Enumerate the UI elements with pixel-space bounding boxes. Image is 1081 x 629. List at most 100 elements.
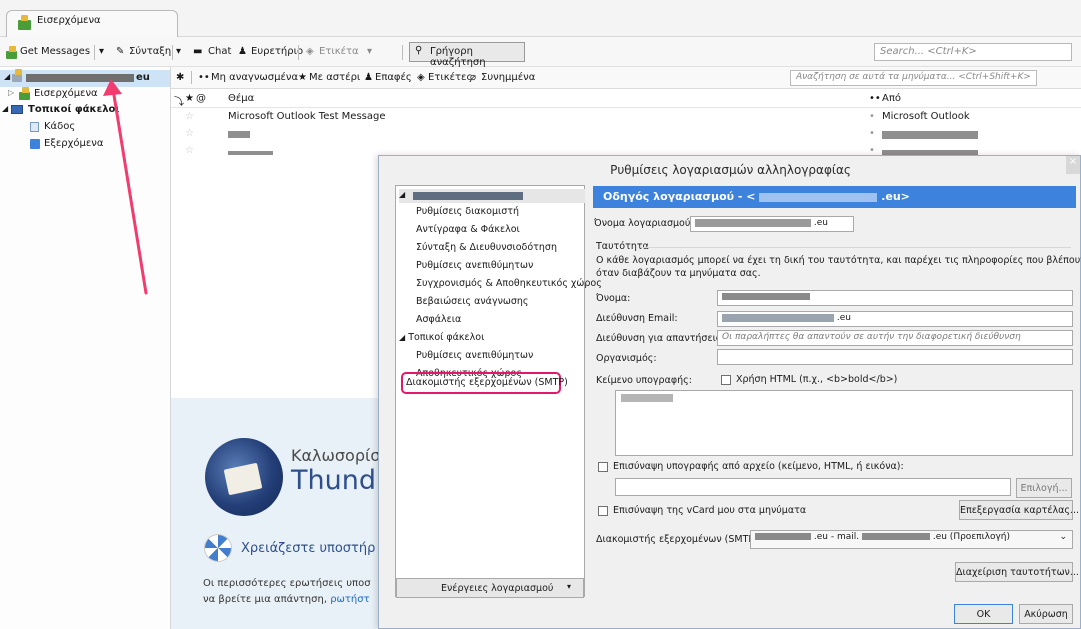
column-subject[interactable]: Θέμα bbox=[228, 93, 254, 104]
filter-tags[interactable]: Ετικέτες bbox=[428, 72, 472, 83]
tab-inbox[interactable]: Εισερχόμενα bbox=[6, 10, 178, 37]
filter-attachments[interactable]: Συνημμένα bbox=[481, 72, 535, 83]
welcome-product: Thund bbox=[291, 465, 376, 496]
divider bbox=[94, 45, 95, 60]
manage-identities-button[interactable]: Διαχείριση ταυτοτήτων... bbox=[955, 562, 1079, 582]
account-name-label: Όνομα λογαριασμού: bbox=[594, 218, 694, 229]
message-subject: Microsoft Outlook Test Message bbox=[228, 111, 386, 122]
contact-icon: ♟ bbox=[364, 72, 373, 83]
email-suffix: .eu bbox=[836, 313, 851, 323]
redacted-value bbox=[755, 533, 811, 540]
ok-button[interactable]: OK bbox=[954, 604, 1013, 624]
column-from[interactable]: Από bbox=[882, 93, 901, 104]
tree-local-folders[interactable]: ◢ Τοπικοί φάκελοι bbox=[399, 332, 484, 343]
read-dot-icon[interactable]: • bbox=[869, 111, 875, 122]
collapse-icon: ◢ bbox=[399, 333, 406, 342]
pin-icon[interactable]: ✱ bbox=[176, 72, 184, 83]
smtp-label: Διακομιστής εξερχομένων (SMTP): bbox=[596, 534, 762, 545]
redacted-value bbox=[621, 394, 673, 402]
help-link[interactable]: ρωτήστ bbox=[330, 594, 369, 605]
help-text-2: να βρείτε μια απάντηση, bbox=[203, 594, 327, 605]
html-checkbox-label: Χρήση HTML (π.χ., <b>bold</b>) bbox=[736, 374, 898, 385]
redacted-subject bbox=[228, 151, 273, 155]
message-from: Microsoft Outlook bbox=[882, 111, 970, 122]
redacted-subject bbox=[228, 131, 250, 138]
tree-item-smtp[interactable]: Διακομιστής εξερχομένων (SMTP) bbox=[406, 377, 568, 388]
read-dot-icon[interactable]: • bbox=[869, 128, 875, 139]
tree-account-row[interactable]: ◢ bbox=[399, 189, 585, 203]
filter-search-input[interactable]: Αναζήτηση σε αυτά τα μηνύματα... <Ctrl+S… bbox=[790, 70, 1037, 86]
tab-bar: Εισερχόμενα bbox=[0, 0, 1081, 37]
address-book-button[interactable]: Ευρετήριο bbox=[251, 46, 303, 60]
reply-to-field[interactable]: Οι παραλήπτες θα απαντούν σε αυτήν την δ… bbox=[717, 330, 1073, 346]
get-messages-icon bbox=[6, 46, 17, 59]
account-settings-dialog: Ρυθμίσεις λογαριασμών αλληλογραφίας × ◢ … bbox=[378, 155, 1081, 629]
reply-to-label: Διεύθυνση για απαντήσεις: bbox=[596, 333, 725, 344]
dialog-title: Ρυθμίσεις λογαριασμών αλληλογραφίας bbox=[610, 163, 851, 177]
computer-icon bbox=[11, 105, 23, 114]
search-icon: ⚲ bbox=[415, 45, 423, 56]
attachment-column-icon[interactable]: @ bbox=[196, 93, 206, 104]
global-search-input[interactable]: Search... <Ctrl+K> bbox=[874, 43, 1072, 61]
choose-file-button[interactable]: Επιλογή... bbox=[1016, 478, 1072, 498]
divider bbox=[402, 45, 403, 60]
account-suffix: eu bbox=[136, 72, 150, 83]
read-column-icon[interactable]: •• bbox=[869, 93, 881, 104]
tree-item[interactable]: Αντίγραφα & Φάκελοι bbox=[416, 224, 520, 235]
star-icon[interactable]: ☆ bbox=[185, 111, 194, 122]
pencil-icon: ✎ bbox=[116, 46, 125, 57]
tag-dropdown[interactable]: ▾ bbox=[367, 46, 372, 60]
edit-card-button[interactable]: Επεξεργασία καρτέλας... bbox=[959, 500, 1079, 520]
tree-item[interactable]: Σύνταξη & Διευθυνσιοδότηση bbox=[416, 242, 557, 253]
vcard-checkbox[interactable] bbox=[598, 506, 608, 516]
help-text: να βρείτε μια απάντηση, ρωτήστ bbox=[203, 594, 370, 605]
folder-label: Εξερχόμενα bbox=[44, 138, 104, 149]
identity-description: Ο κάθε λογαριασμός μπορεί να έχει τη δικ… bbox=[596, 255, 1081, 266]
table-row[interactable]: ☆ Microsoft Outlook Test Message • Micro… bbox=[171, 109, 1081, 126]
divider bbox=[191, 71, 192, 84]
compose-button[interactable]: Σύνταξη bbox=[129, 46, 171, 60]
signature-file-field[interactable] bbox=[615, 478, 1011, 496]
folder-pane: ◢ eu ▷ Εισερχόμενα ◢ Τοπικοί φάκελοι Κάδ… bbox=[0, 67, 171, 629]
name-field[interactable] bbox=[717, 290, 1073, 306]
tree-item[interactable]: Βεβαιώσεις ανάγνωσης bbox=[416, 296, 528, 307]
organization-field[interactable] bbox=[717, 349, 1073, 365]
account-actions-button[interactable]: Ενέργειες λογαριασμού ▾ bbox=[396, 578, 584, 598]
email-field[interactable]: .eu bbox=[717, 311, 1073, 327]
html-checkbox[interactable] bbox=[721, 375, 731, 385]
trash-icon bbox=[30, 122, 39, 132]
tree-item[interactable]: Ασφάλεια bbox=[416, 314, 461, 325]
account-name-suffix: .eu bbox=[813, 218, 828, 228]
cancel-button[interactable]: Ακύρωση bbox=[1019, 604, 1073, 624]
tree-item[interactable]: Ρυθμίσεις διακομιστή bbox=[416, 206, 519, 217]
filter-unread[interactable]: Μη αναγνωσμένα bbox=[211, 72, 298, 83]
inbox-icon bbox=[19, 87, 30, 100]
account-actions-label: Ενέργειες λογαριασμού bbox=[441, 583, 554, 594]
filter-starred[interactable]: Με αστέρι bbox=[309, 72, 360, 83]
get-messages-dropdown[interactable]: ▾ bbox=[99, 46, 104, 60]
redacted-value bbox=[722, 293, 810, 300]
star-column-icon[interactable]: ★ bbox=[185, 93, 194, 104]
account-row[interactable]: ◢ eu bbox=[0, 69, 170, 87]
tree-item[interactable]: Ρυθμίσεις ανεπιθύμητων bbox=[416, 350, 533, 361]
star-icon[interactable]: ☆ bbox=[185, 128, 194, 139]
chat-button[interactable]: Chat bbox=[208, 46, 231, 60]
table-row[interactable]: ☆ • bbox=[171, 126, 1081, 143]
attach-signature-checkbox[interactable] bbox=[598, 462, 608, 472]
filter-contacts[interactable]: Επαφές bbox=[375, 72, 412, 83]
thread-column-icon[interactable]: ⤵ bbox=[174, 93, 184, 108]
get-messages-button[interactable]: Get Messages bbox=[20, 46, 90, 60]
main-toolbar: Get Messages ▾ ✎ Σύνταξη ▾ ▬ Chat ♟ Ευρε… bbox=[0, 37, 1081, 68]
quick-filter-bar: ✱ •• Μη αναγνωσμένα ★ Με αστέρι ♟ Επαφές… bbox=[171, 67, 1081, 89]
tree-item[interactable]: Συγχρονισμός & Αποθηκευτικός χώρος bbox=[416, 278, 602, 289]
account-name-field[interactable]: .eu bbox=[690, 216, 854, 232]
close-button[interactable]: × bbox=[1066, 156, 1080, 174]
compose-dropdown[interactable]: ▾ bbox=[176, 46, 181, 60]
redacted-email bbox=[759, 192, 878, 202]
tag-button[interactable]: Ετικέτα bbox=[319, 46, 359, 60]
quick-search-button[interactable]: ⚲ Γρήγορη αναζήτηση bbox=[409, 42, 525, 68]
tree-item[interactable]: Ρυθμίσεις ανεπιθύμητων bbox=[416, 260, 533, 271]
star-icon[interactable]: ☆ bbox=[185, 145, 194, 156]
signature-textarea[interactable] bbox=[615, 390, 1073, 456]
smtp-select[interactable]: .eu - mail. .eu (Προεπιλογή) ⌄ bbox=[750, 530, 1073, 549]
